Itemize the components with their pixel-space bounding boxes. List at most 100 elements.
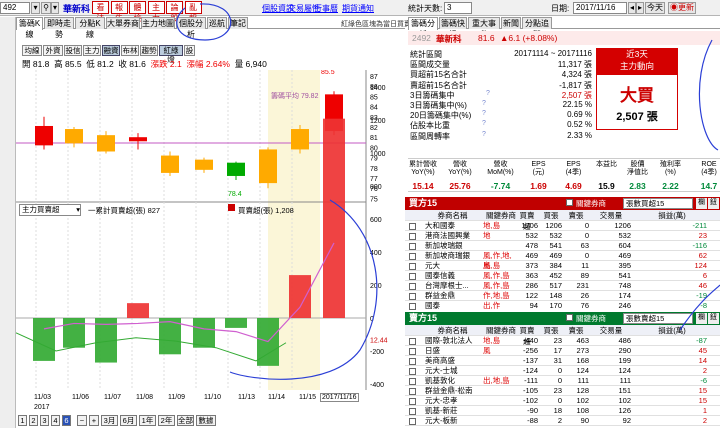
row-checkbox[interactable]	[409, 283, 416, 290]
help-icon[interactable]: ?	[486, 90, 490, 97]
indicator-button[interactable]: 趨勢	[140, 45, 158, 56]
tab-4[interactable]: 主力地圖	[141, 17, 175, 29]
row-checkbox[interactable]	[409, 368, 416, 375]
range-button[interactable]: 全部	[177, 415, 194, 426]
sell-select[interactable]: 張數賣超15	[623, 313, 693, 324]
today-button[interactable]: 今天	[645, 2, 665, 14]
range-button[interactable]: 4	[51, 415, 60, 426]
indicator-button[interactable]: 融資	[102, 45, 120, 56]
row-checkbox[interactable]	[409, 293, 416, 300]
sell-button-button[interactable]: 鈕	[708, 313, 719, 324]
column-header[interactable]: 券商名稱	[425, 325, 480, 336]
prev-day-button[interactable]: ◂	[628, 2, 636, 14]
table-row[interactable]: 港商法國興業 地 532 532 0 532 23	[405, 231, 720, 241]
buy-button-button[interactable]: 鈕	[708, 198, 719, 209]
top-action-button[interactable]: 主力	[147, 1, 165, 23]
sell-column-button[interactable]: 欄	[696, 313, 707, 324]
right-tab-1[interactable]: 籌碼快訊	[439, 17, 467, 39]
row-checkbox[interactable]	[409, 408, 416, 415]
column-header[interactable]: 買張	[540, 210, 562, 221]
tab-3[interactable]: 大單券商	[106, 17, 140, 29]
right-tab-3[interactable]: 新聞	[501, 17, 521, 29]
indicator-button[interactable]: 設	[184, 45, 195, 56]
help-icon[interactable]: ?	[482, 100, 486, 107]
row-checkbox[interactable]	[409, 338, 416, 345]
top-action-button[interactable]: 亂報	[184, 1, 202, 23]
table-row[interactable]: 元大-忠孝 -102 0 102 102 15	[405, 396, 720, 406]
table-row[interactable]: 大和國泰 地,島 1206 1206 0 1206 -211	[405, 221, 720, 231]
buy-key-checkbox[interactable]	[566, 199, 573, 206]
table-row[interactable]: 元大-板新 -88 2 90 92 2	[405, 416, 720, 426]
right-tab-0[interactable]: 籌碼分析	[408, 17, 438, 39]
range-button[interactable]: 3月	[101, 415, 118, 426]
tab-1[interactable]: 即時走勢	[44, 17, 74, 39]
indicator-button[interactable]: 布林	[121, 45, 139, 56]
row-checkbox[interactable]	[409, 263, 416, 270]
column-header[interactable]: 交易量	[591, 325, 631, 336]
column-header[interactable]: 交易量	[591, 210, 631, 221]
range-button[interactable]: 2年	[158, 415, 175, 426]
range-button[interactable]: 1年	[139, 415, 156, 426]
buy-select[interactable]: 張數買超15	[623, 198, 693, 209]
table-row[interactable]: 美商高盛 -137 31 168 199 14	[405, 356, 720, 366]
tab-0[interactable]: 籌碼K線	[16, 17, 43, 39]
top-link[interactable]: 行事曆	[314, 3, 338, 14]
range-button[interactable]: 1	[18, 415, 27, 426]
top-link[interactable]: 期貨通知	[342, 3, 374, 14]
table-row[interactable]: 國泰信義 風,作,島 363 452 89 541 6	[405, 271, 720, 281]
indicator-select[interactable]: 主力買賣超 ▾	[19, 204, 81, 216]
column-header[interactable]: 損益(萬)	[637, 325, 707, 336]
table-row[interactable]: 新加坡商瑞銀 風,作,地,島 469 469 0 469 62	[405, 251, 720, 270]
row-checkbox[interactable]	[409, 378, 416, 385]
help-icon[interactable]: ?	[482, 110, 486, 117]
next-day-button[interactable]: ▸	[636, 2, 644, 14]
table-row[interactable]: 日盛 風 -256 17 273 290 45	[405, 346, 720, 356]
row-checkbox[interactable]	[409, 303, 416, 310]
row-checkbox[interactable]	[409, 243, 416, 250]
range-button[interactable]: 2	[29, 415, 38, 426]
row-checkbox[interactable]	[409, 233, 416, 240]
search-icon[interactable]: ⚲	[41, 2, 51, 14]
table-row[interactable]: 國泰 出,作 94 170 76 246 -8	[405, 301, 720, 310]
indicator-button[interactable]: 外資	[43, 45, 63, 56]
column-header[interactable]: 券商名稱	[425, 210, 480, 221]
row-checkbox[interactable]	[409, 398, 416, 405]
right-tab-4[interactable]: 分點追蹤	[522, 17, 552, 39]
tab-6[interactable]: 巡航	[207, 17, 227, 29]
column-header[interactable]: 買張	[540, 325, 562, 336]
column-header[interactable]: 關鍵券商	[483, 210, 519, 221]
column-header[interactable]: 損益(萬)	[637, 210, 707, 221]
top-action-button[interactable]: 報告	[110, 1, 128, 23]
buy-column-button[interactable]: 欄	[696, 198, 707, 209]
row-checkbox[interactable]	[409, 223, 416, 230]
table-row[interactable]: 凱基-新莊 -90 18 108 126 1	[405, 406, 720, 416]
sell-key-checkbox[interactable]	[566, 314, 573, 321]
date-input[interactable]: 2017/11/16	[573, 2, 627, 14]
help-icon[interactable]: ?	[482, 120, 486, 127]
help-icon[interactable]: ?	[482, 131, 486, 138]
indicator-button[interactable]: 紅綠燈	[159, 45, 183, 64]
chevron-down-icon[interactable]: ▾	[51, 2, 59, 14]
range-button[interactable]: 數據	[196, 415, 216, 426]
tab-5[interactable]: 個股分析	[176, 17, 206, 39]
column-header[interactable]: 賣張	[563, 325, 589, 336]
column-header[interactable]: 賣張	[563, 210, 589, 221]
table-row[interactable]: 凱基敦化 出,地,島 -111 0 111 111 -6	[405, 376, 720, 386]
indicator-button[interactable]: 均線	[22, 45, 42, 56]
row-checkbox[interactable]	[409, 253, 416, 260]
zoom-in-icon[interactable]: +	[89, 415, 99, 426]
row-checkbox[interactable]	[409, 348, 416, 355]
top-action-button[interactable]: 體檢	[129, 1, 146, 23]
day-count-select[interactable]: 3	[444, 2, 472, 14]
table-row[interactable]: 元大 風,島 373 384 11 395 124	[405, 261, 720, 271]
refresh-button[interactable]: ◉更新	[668, 2, 696, 14]
tab-7[interactable]: 筆記	[228, 17, 248, 29]
row-checkbox[interactable]	[409, 358, 416, 365]
table-row[interactable]: 群益金鼎-松南 -105 23 128 151 15	[405, 386, 720, 396]
range-button[interactable]: 6	[62, 415, 71, 426]
zoom-out-icon[interactable]: −	[77, 415, 87, 426]
stock-code-input[interactable]: 492	[0, 2, 30, 14]
range-button[interactable]: 6月	[120, 415, 137, 426]
top-action-button[interactable]: 論股	[166, 1, 183, 23]
table-row[interactable]: 群益金鼎 作,地,島 122 148 26 174 -19	[405, 291, 720, 301]
